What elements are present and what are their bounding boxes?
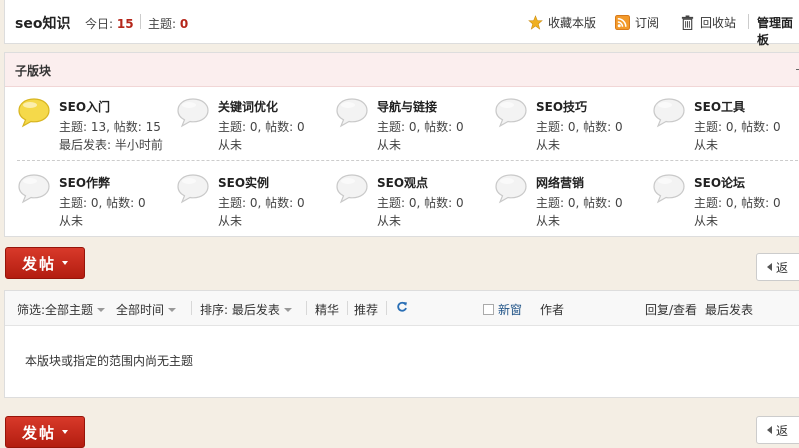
chevron-down-icon [168,307,177,312]
author-column-header: 作者 [540,303,565,317]
subforum-header: 子版块 [5,53,799,87]
subforum-name[interactable]: SEO工具 [694,98,745,115]
subforum-last-post: 从未 [218,214,243,228]
recommend-filter[interactable]: 推荐 [354,301,378,318]
subforum-last-post: 从未 [694,138,719,152]
subforum-name[interactable]: SEO技巧 [536,98,587,115]
row-divider [17,160,799,161]
empty-message: 本版块或指定的范围内尚无主题 [25,354,194,368]
chevron-down-icon [283,307,292,312]
subforum-last-post: 从未 [218,138,243,152]
filter-divider [386,301,387,315]
subforum-stats: 主题: 0, 帖数: 0 [377,196,464,210]
speech-bubble-icon [336,98,368,128]
filter-all-topics[interactable]: 筛选: 全部主题 [17,301,106,318]
back-button-bottom[interactable]: 返 [756,416,799,444]
rss-icon [615,15,630,30]
recycle-link[interactable]: 回收站 [680,14,736,31]
subforum-panel: 子版块 SEO入门 主题: 13, 帖数: 15 最后发表: 半小时前 关键词优化 主题… [4,52,799,237]
refresh-icon[interactable] [396,301,408,313]
subforum-name[interactable]: SEO入门 [59,98,110,115]
dropdown-caret-icon [62,430,68,434]
post-button[interactable]: 发帖 [5,247,85,279]
speech-bubble-icon [177,174,209,204]
checkbox-icon[interactable] [483,304,494,315]
subforum-last-post: 最后发表: 半小时前 [59,138,163,152]
topics-stat: 主题: 0 [148,17,189,31]
subforum-last-post: 从未 [59,214,84,228]
subforum-name[interactable]: 关键词优化 [218,98,278,115]
filter-all-time[interactable]: 全部时间 [116,301,177,318]
subforum-last-post: 从未 [536,138,561,152]
post-button-bottom[interactable]: 发帖 [5,416,85,448]
forum-title: seo知识 [15,16,71,32]
subforum-name[interactable]: SEO作弊 [59,174,110,191]
star-icon [528,15,543,30]
subforum-item[interactable]: 网络营销主题: 0, 帖数: 0 从未 [494,173,652,233]
subforum-stats: 主题: 0, 帖数: 0 [694,196,781,210]
topics-count: 0 [179,17,189,31]
subforum-stats: 主题: 0, 帖数: 0 [694,120,781,134]
back-button[interactable]: 返 [756,253,799,281]
replies-column-header: 回复/查看 [645,303,698,317]
subforum-stats: 主题: 0, 帖数: 0 [377,120,464,134]
subforum-name[interactable]: 网络营销 [536,174,584,191]
speech-bubble-icon [177,98,209,128]
speech-bubble-icon [653,174,685,204]
subforum-item[interactable]: SEO工具主题: 0, 帖数: 0 从未 [652,97,799,157]
subforum-name[interactable]: 导航与链接 [377,98,437,115]
subforum-item[interactable]: SEO入门主题: 13, 帖数: 15 最后发表: 半小时前 [17,97,175,157]
subforum-name[interactable]: SEO观点 [377,174,428,191]
filter-divider [347,301,348,315]
manage-link[interactable]: 管理面板 [757,14,799,48]
subforum-stats: 主题: 13, 帖数: 15 [59,120,161,134]
subforum-stats: 主题: 0, 帖数: 0 [59,196,146,210]
subforum-title: 子版块 [15,64,52,78]
speech-bubble-icon [18,174,50,204]
subforum-stats: 主题: 0, 帖数: 0 [218,120,305,134]
subforum-item[interactable]: SEO技巧主题: 0, 帖数: 0 从未 [494,97,652,157]
today-count: 15 [116,17,134,31]
digest-filter[interactable]: 精华 [315,301,339,318]
subforum-stats: 主题: 0, 帖数: 0 [536,120,623,134]
today-stat: 今日: 15 [85,17,134,31]
speech-bubble-icon [495,98,527,128]
forum-header: seo知识 今日: 15 主题: 0 收藏本版 订阅 回收站 管理面板 [4,0,799,47]
speech-bubble-icon [336,174,368,204]
dropdown-caret-icon [62,261,68,265]
back-arrow-icon [767,426,772,434]
speech-bubble-icon [495,174,527,204]
subforum-last-post: 从未 [377,138,402,152]
header-divider [140,14,141,29]
favorite-link[interactable]: 收藏本版 [528,14,596,31]
subforum-stats: 主题: 0, 帖数: 0 [218,196,305,210]
speech-bubble-icon [653,98,685,128]
subforum-name[interactable]: SEO实例 [218,174,269,191]
subforum-last-post: 从未 [536,214,561,228]
lastpost-column-header[interactable]: 最后发表 [705,301,753,318]
filter-divider [306,301,307,315]
filter-bar: 筛选:全部主题 全部时间 排序: 最后发表 精华 推荐 新窗 作者 回复/查看 [5,291,799,326]
sort-dropdown[interactable]: 排序: 最后发表 [200,301,292,318]
chevron-down-icon [97,307,106,312]
subforum-item[interactable]: SEO实例主题: 0, 帖数: 0 从未 [176,173,334,233]
thread-list: 筛选:全部主题 全部时间 排序: 最后发表 精华 推荐 新窗 作者 回复/查看 [4,290,799,398]
back-arrow-icon [767,263,772,271]
subforum-item[interactable]: SEO观点主题: 0, 帖数: 0 从未 [335,173,493,233]
subforum-item[interactable]: 导航与链接主题: 0, 帖数: 0 从未 [335,97,493,157]
new-window-checkbox[interactable]: 新窗 [483,301,522,318]
speech-bubble-icon [18,98,50,128]
subforum-name[interactable]: SEO论坛 [694,174,745,191]
subforum-item[interactable]: SEO论坛主题: 0, 帖数: 0 从未 [652,173,799,233]
header-divider [748,14,749,29]
subforum-item[interactable]: 关键词优化主题: 0, 帖数: 0 从未 [176,97,334,157]
trash-icon [681,15,694,30]
subforum-last-post: 从未 [694,214,719,228]
subforum-item[interactable]: SEO作弊主题: 0, 帖数: 0 从未 [17,173,175,233]
subscribe-link[interactable]: 订阅 [615,14,659,31]
subforum-stats: 主题: 0, 帖数: 0 [536,196,623,210]
filter-divider [191,301,192,315]
subforum-last-post: 从未 [377,214,402,228]
